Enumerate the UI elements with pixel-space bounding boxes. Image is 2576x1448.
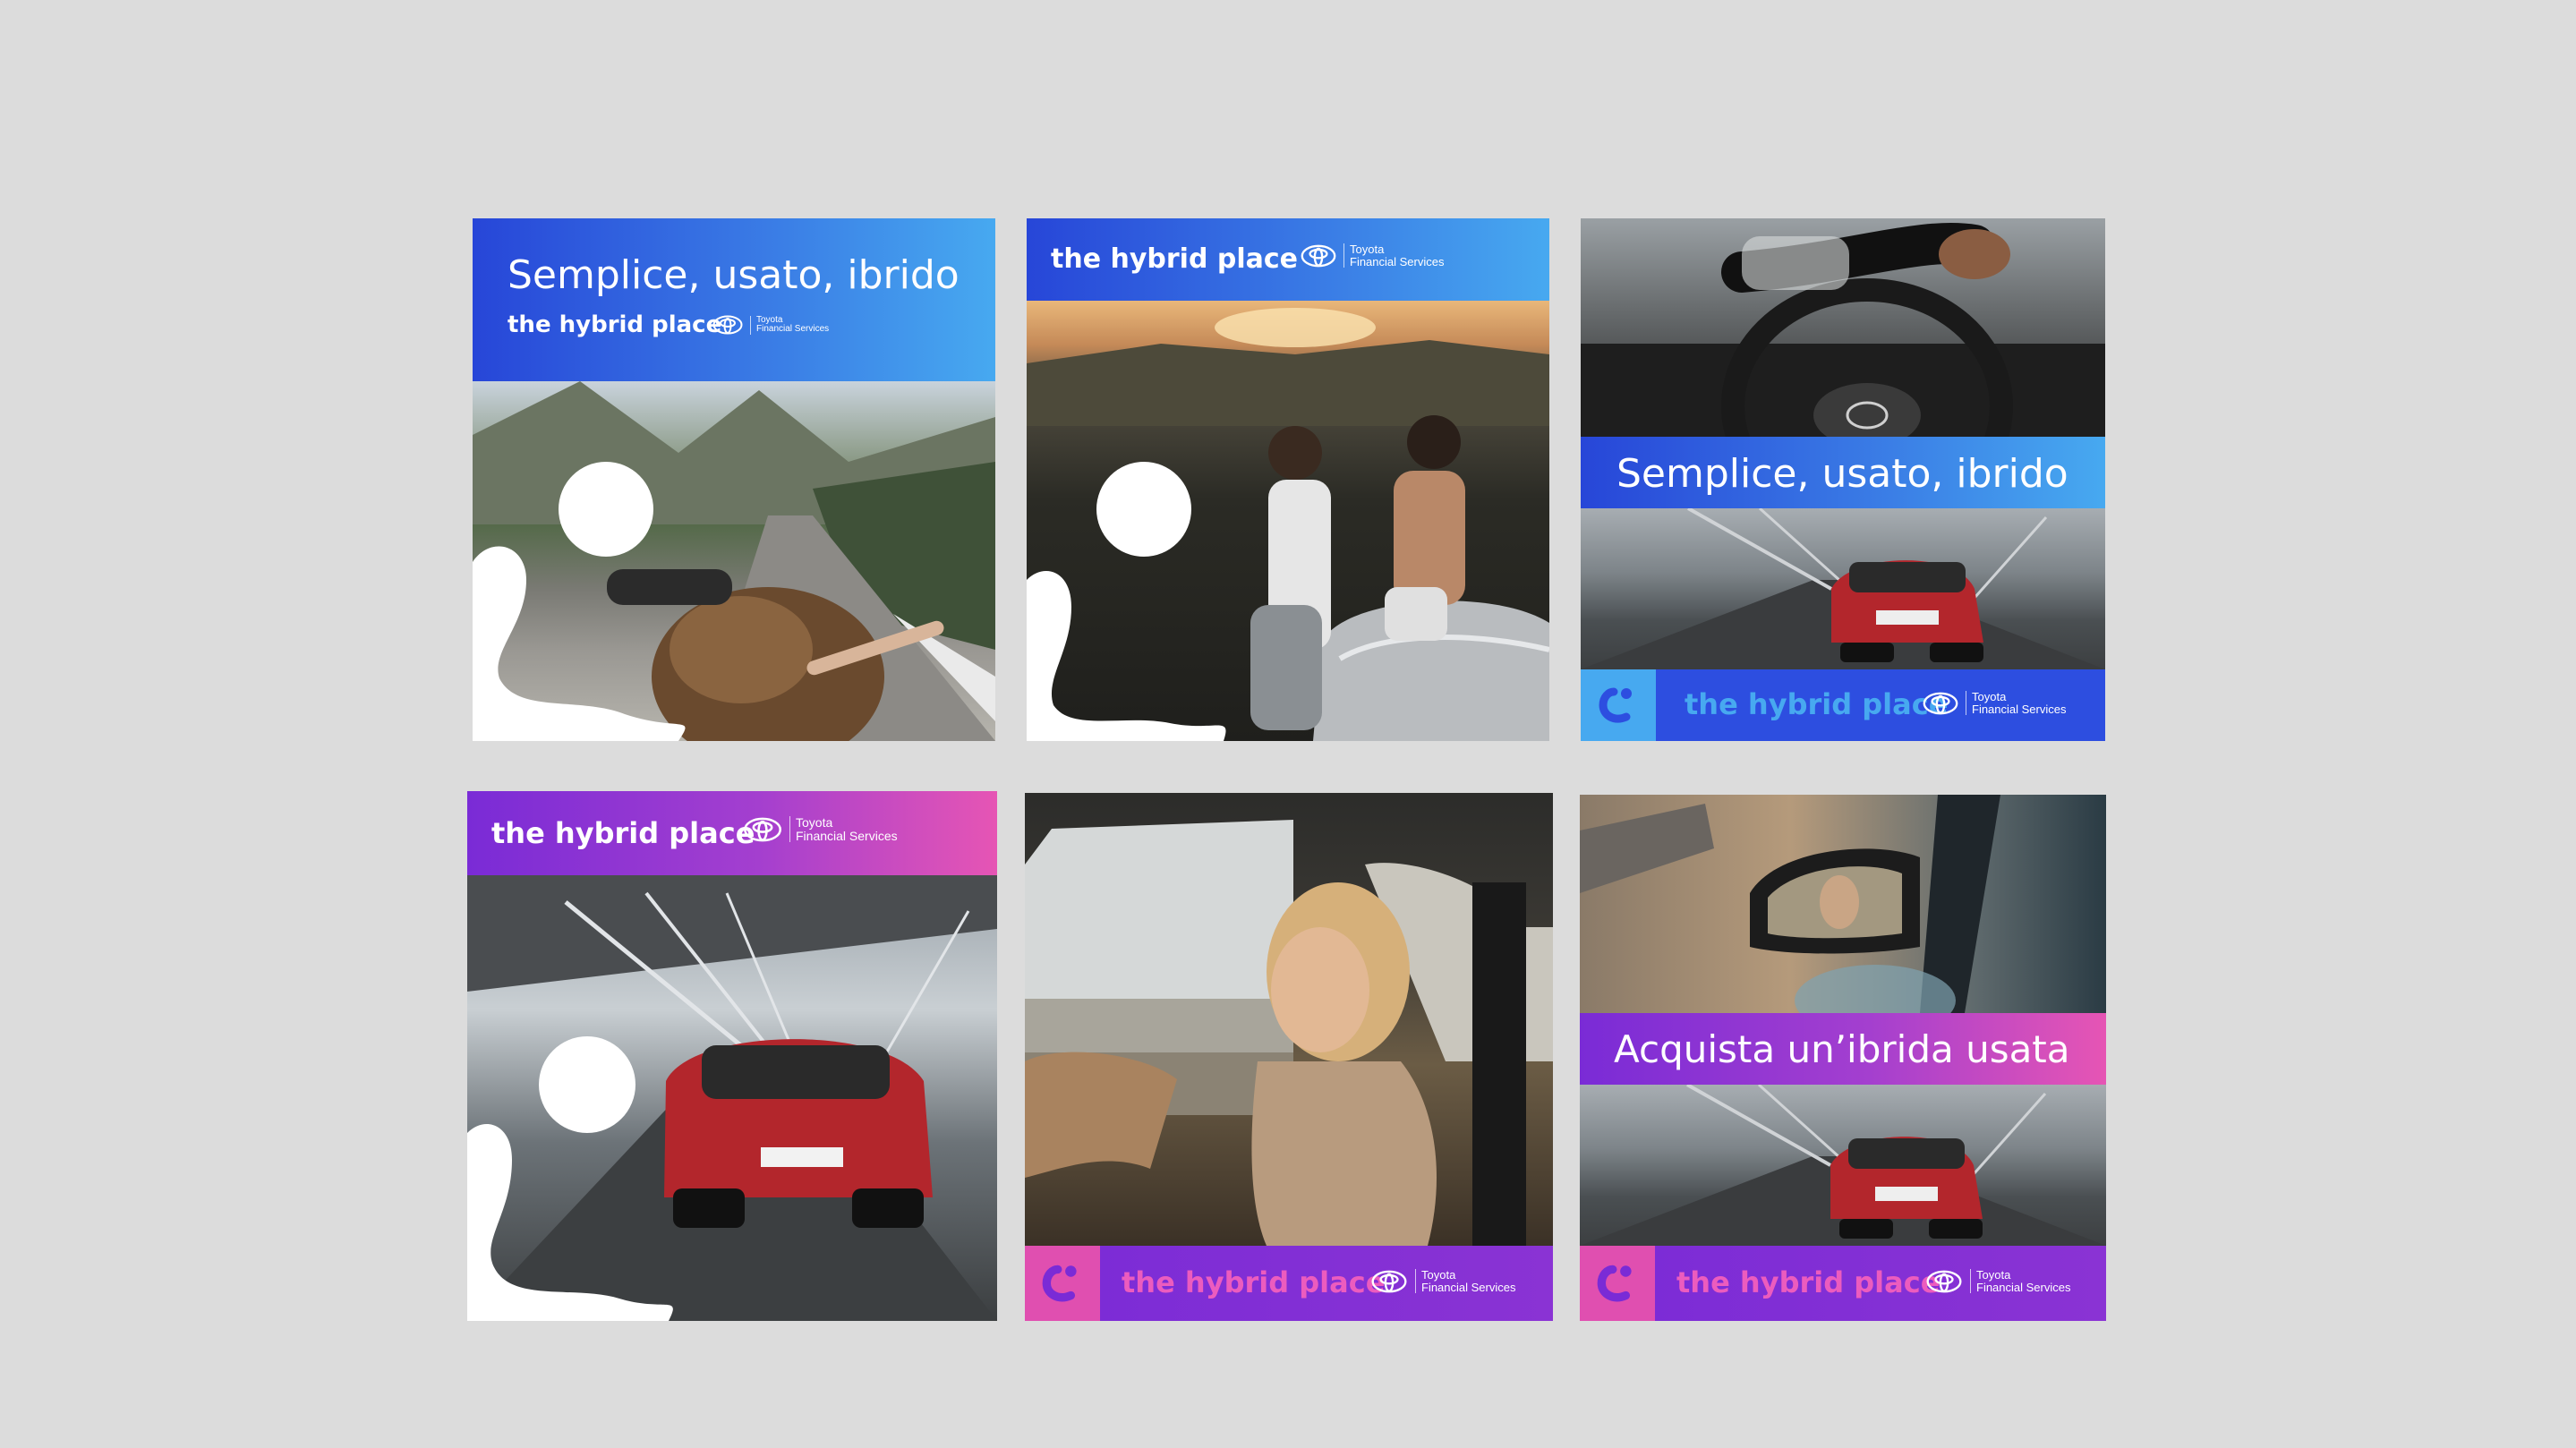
banner-headline-band: Semplice, usato, ibrido xyxy=(1581,437,2105,508)
toyota-logo-icon xyxy=(1301,244,1336,267)
banner-card-5: the hybrid place Toyota Financial Service… xyxy=(1025,793,1553,1321)
banner-card-2: the hybrid place Toyota Financial Service… xyxy=(1027,218,1549,741)
photo-side-mirror xyxy=(1580,795,2106,1013)
steering-scene xyxy=(1581,223,2105,437)
brand-wordmark: the hybrid place xyxy=(491,816,755,850)
banner-headline-band: Acquista un’ibrida usata xyxy=(1580,1013,2106,1085)
banner-card-6: Acquista un’ibrida usata the hybrid plac… xyxy=(1580,795,2106,1321)
banner-headline: Semplice, usato, ibrido xyxy=(508,252,960,298)
white-circle xyxy=(1096,462,1191,557)
partner-line2: Financial Services xyxy=(1421,1280,1516,1294)
hybrid-place-c-icon xyxy=(1599,687,1632,723)
partner-line2: Financial Services xyxy=(1972,702,2067,716)
banner-card-4: the hybrid place Toyota Financial Service… xyxy=(467,791,997,1321)
banner-headline: Semplice, usato, ibrido xyxy=(1616,451,2068,497)
hybrid-place-logo-tile xyxy=(1581,669,1656,741)
white-circle xyxy=(559,462,653,557)
partner-line1: Toyota xyxy=(1972,690,2007,703)
toyota-financial-logo: Toyota Financial Services xyxy=(712,315,829,335)
brand-wordmark: the hybrid place xyxy=(1685,687,1949,721)
photo-woman-car-window xyxy=(1025,793,1553,1246)
car-scene xyxy=(1581,508,2105,669)
photo-red-car-bridge xyxy=(1580,1085,2106,1246)
toyota-logo-icon xyxy=(744,817,781,842)
window-scene xyxy=(1025,820,1553,1246)
banner-header: Semplice, usato, ibrido the hybrid place… xyxy=(473,218,995,381)
photo-steering-wheel xyxy=(1581,218,2105,437)
brand-wordmark: the hybrid place xyxy=(1676,1265,1941,1299)
brand-wordmark: the hybrid place xyxy=(508,311,722,338)
toyota-financial-logo: Toyota Financial Services xyxy=(1925,1268,2071,1294)
partner-line1: Toyota xyxy=(1976,1268,2011,1282)
partner-line2: Financial Services xyxy=(796,828,898,843)
toyota-financial-logo: Toyota Financial Services xyxy=(1301,243,1445,268)
hybrid-place-logo-tile xyxy=(1580,1246,1655,1321)
hybrid-place-c-icon xyxy=(1042,1265,1077,1302)
banner-headline: Acquista un’ibrida usata xyxy=(1614,1027,2070,1071)
toyota-logo-icon xyxy=(712,315,743,335)
mirror-scene xyxy=(1580,795,2000,1013)
white-circle xyxy=(539,1036,635,1133)
banner-footer: the hybrid place Toyota Financial Service… xyxy=(1580,1246,2106,1321)
partner-line2: Financial Services xyxy=(1976,1280,2071,1294)
brand-wordmark: the hybrid place xyxy=(1122,1265,1386,1299)
brand-wordmark: the hybrid place xyxy=(1051,243,1299,275)
partner-line2: Financial Services xyxy=(756,324,830,334)
toyota-logo-icon xyxy=(1371,1270,1407,1293)
hybrid-place-c-icon xyxy=(1597,1265,1632,1302)
hybrid-place-logo-tile xyxy=(1025,1246,1100,1321)
banner-footer: the hybrid place Toyota Financial Service… xyxy=(1581,669,2105,741)
partner-line1: Toyota xyxy=(1421,1268,1456,1282)
banner-footer: the hybrid place Toyota Financial Service… xyxy=(1025,1246,1553,1321)
toyota-logo-icon xyxy=(1923,692,1958,714)
photo-red-car-bridge xyxy=(1581,508,2105,669)
toyota-financial-logo: Toyota Financial Services xyxy=(1923,690,2067,716)
toyota-financial-logo: Toyota Financial Services xyxy=(743,815,898,843)
partner-line2: Financial Services xyxy=(1350,254,1445,268)
toyota-financial-logo: Toyota Financial Services xyxy=(1370,1268,1516,1294)
car-scene xyxy=(1580,1085,2106,1246)
banner-card-1: Semplice, usato, ibrido the hybrid place… xyxy=(473,218,995,741)
partner-line1: Toyota xyxy=(1350,243,1385,256)
toyota-logo-icon xyxy=(1926,1270,1962,1293)
partner-line1: Toyota xyxy=(796,815,833,830)
banner-header: the hybrid place Toyota Financial Service… xyxy=(1027,218,1549,301)
banner-header: the hybrid place Toyota Financial Service… xyxy=(467,791,997,875)
banner-card-3: Semplice, usato, ibrido the hybrid place… xyxy=(1581,218,2105,741)
